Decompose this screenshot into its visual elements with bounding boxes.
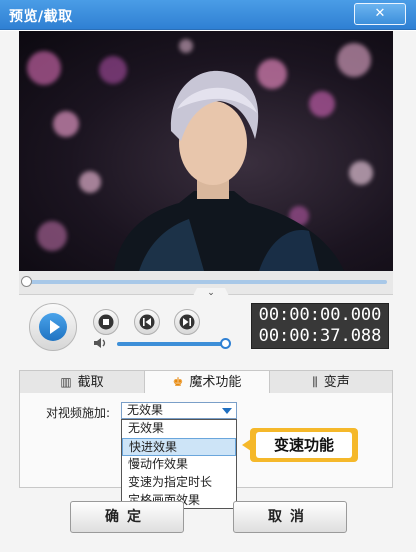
previous-icon (139, 314, 155, 330)
next-button[interactable] (174, 309, 200, 335)
next-icon (179, 314, 195, 330)
ok-button[interactable]: 确定 (70, 501, 184, 533)
total-time: 00:00:37.088 (258, 326, 382, 346)
volume-slider[interactable] (117, 342, 223, 346)
tab-bar: ▥ 截取 ♚ 魔术功能 ⫼ 变声 (19, 370, 393, 395)
close-button[interactable]: ✕ (354, 3, 406, 25)
play-button[interactable] (29, 303, 77, 351)
callout-text: 变速功能 (256, 432, 352, 458)
option-change-duration[interactable]: 变速为指定时长 (122, 474, 236, 492)
effect-selected-value: 无效果 (127, 403, 164, 417)
seek-bar[interactable]: ⌄ (19, 271, 393, 300)
time-display: 00:00:00.000 00:00:37.088 (251, 303, 389, 349)
tab-cut-label: 截取 (77, 375, 104, 390)
volume-icon[interactable] (93, 337, 109, 349)
tab-magic-label: 魔术功能 (189, 375, 242, 390)
effect-dropdown-list: 无效果 快进效果 慢动作效果 变速为指定时长 定格画面效果 (121, 419, 237, 509)
volume-thumb[interactable] (220, 338, 231, 349)
tab-voice-label: 变声 (323, 375, 350, 390)
video-preview (19, 31, 393, 271)
option-slow-motion[interactable]: 慢动作效果 (122, 456, 236, 474)
cancel-button[interactable]: 取消 (233, 501, 347, 533)
stop-icon (98, 314, 114, 330)
seek-thumb[interactable] (21, 276, 32, 287)
effect-label: 对视频施加: (46, 406, 111, 420)
player-controls: 00:00:00.000 00:00:37.088 (19, 295, 393, 357)
option-fast-forward[interactable]: 快进效果 (122, 438, 236, 456)
title-bar: 预览/截取 ✕ (0, 0, 416, 30)
window-title: 预览/截取 (9, 9, 73, 25)
seek-track[interactable] (25, 280, 387, 284)
effect-select[interactable]: 无效果 (121, 402, 237, 419)
audio-wave-icon: ⫼ (312, 375, 318, 389)
tab-magic[interactable]: ♚ 魔术功能 (144, 371, 270, 395)
tab-voice[interactable]: ⫼ 变声 (270, 371, 392, 394)
close-icon: ✕ (374, 6, 386, 21)
play-icon (39, 313, 67, 341)
previous-button[interactable] (134, 309, 160, 335)
option-no-effect[interactable]: 无效果 (122, 420, 236, 438)
magic-hat-icon: ♚ (172, 375, 184, 389)
current-time: 00:00:00.000 (258, 305, 382, 325)
callout-annotation: 变速功能 (242, 428, 358, 462)
cut-icon: ▥ (60, 375, 72, 389)
tab-cut[interactable]: ▥ 截取 (20, 371, 144, 394)
dropdown-arrow-icon (222, 408, 232, 414)
stop-button[interactable] (93, 309, 119, 335)
person-silhouette (114, 70, 344, 271)
